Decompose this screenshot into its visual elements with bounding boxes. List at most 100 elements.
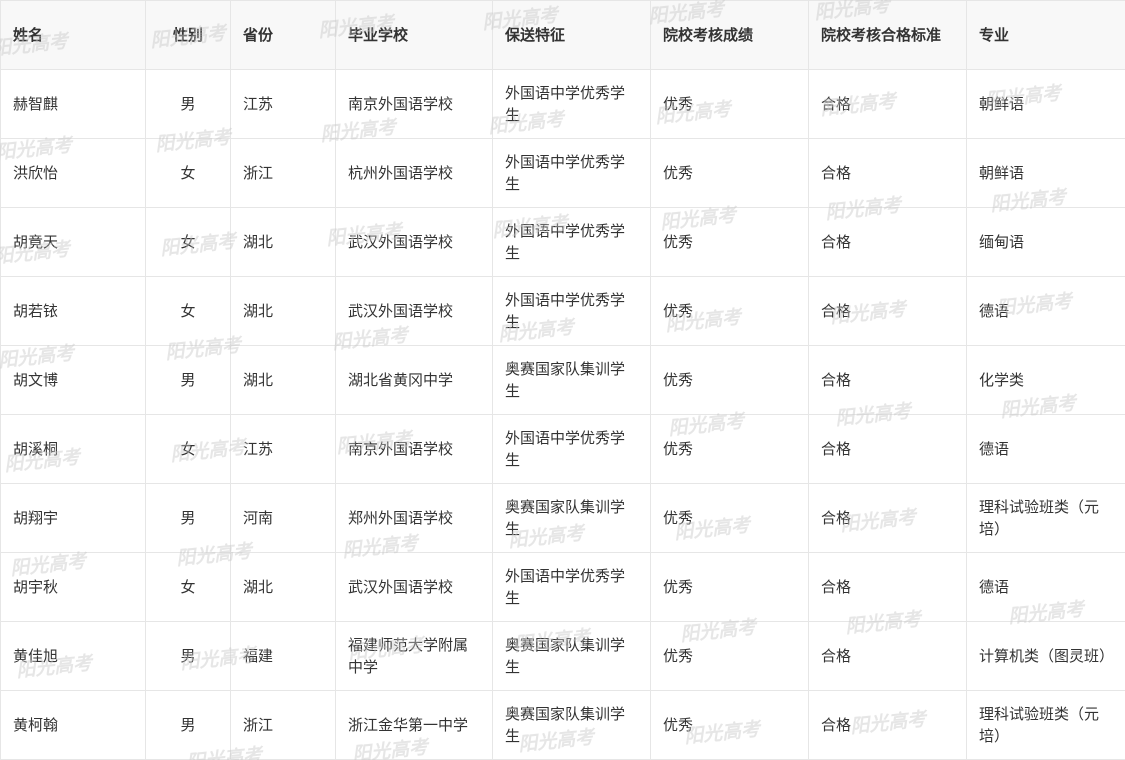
cell-major: 德语	[966, 552, 1125, 622]
cell-province: 湖北	[230, 345, 336, 415]
cell-assessment-result: 优秀	[650, 690, 809, 760]
cell-recommendation-type: 外国语中学优秀学生	[492, 207, 651, 277]
cell-assessment-result: 优秀	[650, 207, 809, 277]
cell-assessment-standard: 合格	[808, 345, 967, 415]
cell-assessment-standard: 合格	[808, 207, 967, 277]
cell-name: 胡竟天	[0, 207, 146, 277]
cell-assessment-standard: 合格	[808, 483, 967, 553]
cell-gender: 男	[145, 483, 231, 553]
cell-recommendation-type: 奥赛国家队集训学生	[492, 621, 651, 691]
cell-recommendation-type: 奥赛国家队集训学生	[492, 345, 651, 415]
cell-assessment-result: 优秀	[650, 276, 809, 346]
table-row: 胡若铱 女 湖北 武汉外国语学校 外国语中学优秀学生 优秀 合格 德语	[0, 276, 1125, 346]
cell-province: 河南	[230, 483, 336, 553]
cell-province: 江苏	[230, 69, 336, 139]
cell-assessment-result: 优秀	[650, 345, 809, 415]
cell-name: 胡溪桐	[0, 414, 146, 484]
cell-province: 湖北	[230, 552, 336, 622]
cell-major: 计算机类（图灵班）	[966, 621, 1125, 691]
header-major: 专业	[966, 0, 1125, 70]
cell-assessment-standard: 合格	[808, 552, 967, 622]
cell-assessment-standard: 合格	[808, 621, 967, 691]
cell-assessment-result: 优秀	[650, 621, 809, 691]
cell-recommendation-type: 外国语中学优秀学生	[492, 414, 651, 484]
cell-assessment-standard: 合格	[808, 276, 967, 346]
cell-name: 黄佳旭	[0, 621, 146, 691]
header-gender: 性别	[145, 0, 231, 70]
cell-gender: 男	[145, 621, 231, 691]
cell-recommendation-type: 外国语中学优秀学生	[492, 276, 651, 346]
cell-major: 理科试验班类（元培）	[966, 483, 1125, 553]
cell-name: 黄柯翰	[0, 690, 146, 760]
cell-school: 武汉外国语学校	[335, 207, 493, 277]
admission-table: 姓名 性别 省份 毕业学校 保送特征 院校考核成绩 院校考核合格标准 专业 赫智…	[0, 0, 1125, 760]
cell-assessment-result: 优秀	[650, 483, 809, 553]
cell-school: 南京外国语学校	[335, 69, 493, 139]
cell-assessment-standard: 合格	[808, 414, 967, 484]
cell-name: 洪欣怡	[0, 138, 146, 208]
table-row: 洪欣怡 女 浙江 杭州外国语学校 外国语中学优秀学生 优秀 合格 朝鲜语	[0, 138, 1125, 208]
cell-name: 胡宇秋	[0, 552, 146, 622]
cell-recommendation-type: 外国语中学优秀学生	[492, 552, 651, 622]
table-row: 黄佳旭 男 福建 福建师范大学附属中学 奥赛国家队集训学生 优秀 合格 计算机类…	[0, 621, 1125, 691]
cell-gender: 女	[145, 276, 231, 346]
cell-assessment-standard: 合格	[808, 69, 967, 139]
cell-school: 杭州外国语学校	[335, 138, 493, 208]
cell-gender: 男	[145, 345, 231, 415]
cell-province: 浙江	[230, 138, 336, 208]
cell-assessment-result: 优秀	[650, 414, 809, 484]
table-row: 胡溪桐 女 江苏 南京外国语学校 外国语中学优秀学生 优秀 合格 德语	[0, 414, 1125, 484]
cell-major: 缅甸语	[966, 207, 1125, 277]
cell-name: 赫智麒	[0, 69, 146, 139]
cell-recommendation-type: 外国语中学优秀学生	[492, 69, 651, 139]
cell-assessment-result: 优秀	[650, 138, 809, 208]
cell-major: 德语	[966, 414, 1125, 484]
cell-school: 郑州外国语学校	[335, 483, 493, 553]
table-row: 胡宇秋 女 湖北 武汉外国语学校 外国语中学优秀学生 优秀 合格 德语	[0, 552, 1125, 622]
cell-recommendation-type: 奥赛国家队集训学生	[492, 483, 651, 553]
cell-province: 福建	[230, 621, 336, 691]
cell-school: 武汉外国语学校	[335, 552, 493, 622]
table-row: 赫智麒 男 江苏 南京外国语学校 外国语中学优秀学生 优秀 合格 朝鲜语	[0, 69, 1125, 139]
cell-name: 胡若铱	[0, 276, 146, 346]
table-row: 胡翔宇 男 河南 郑州外国语学校 奥赛国家队集训学生 优秀 合格 理科试验班类（…	[0, 483, 1125, 553]
cell-gender: 女	[145, 207, 231, 277]
header-recommendation-type: 保送特征	[492, 0, 651, 70]
cell-gender: 女	[145, 138, 231, 208]
cell-gender: 女	[145, 414, 231, 484]
cell-province: 湖北	[230, 276, 336, 346]
cell-recommendation-type: 外国语中学优秀学生	[492, 138, 651, 208]
cell-gender: 女	[145, 552, 231, 622]
cell-school: 湖北省黄冈中学	[335, 345, 493, 415]
cell-name: 胡翔宇	[0, 483, 146, 553]
header-assessment-result: 院校考核成绩	[650, 0, 809, 70]
cell-major: 朝鲜语	[966, 138, 1125, 208]
cell-school: 武汉外国语学校	[335, 276, 493, 346]
cell-assessment-standard: 合格	[808, 690, 967, 760]
cell-assessment-result: 优秀	[650, 552, 809, 622]
table-row: 胡文博 男 湖北 湖北省黄冈中学 奥赛国家队集训学生 优秀 合格 化学类	[0, 345, 1125, 415]
header-school: 毕业学校	[335, 0, 493, 70]
cell-province: 湖北	[230, 207, 336, 277]
cell-assessment-result: 优秀	[650, 69, 809, 139]
cell-school: 南京外国语学校	[335, 414, 493, 484]
header-name: 姓名	[0, 0, 146, 70]
cell-name: 胡文博	[0, 345, 146, 415]
header-assessment-standard: 院校考核合格标准	[808, 0, 967, 70]
cell-school: 福建师范大学附属中学	[335, 621, 493, 691]
cell-major: 化学类	[966, 345, 1125, 415]
cell-province: 江苏	[230, 414, 336, 484]
table-header-row: 姓名 性别 省份 毕业学校 保送特征 院校考核成绩 院校考核合格标准 专业	[0, 0, 1125, 70]
header-province: 省份	[230, 0, 336, 70]
cell-major: 朝鲜语	[966, 69, 1125, 139]
table-row: 胡竟天 女 湖北 武汉外国语学校 外国语中学优秀学生 优秀 合格 缅甸语	[0, 207, 1125, 277]
cell-major: 理科试验班类（元培）	[966, 690, 1125, 760]
cell-assessment-standard: 合格	[808, 138, 967, 208]
cell-recommendation-type: 奥赛国家队集训学生	[492, 690, 651, 760]
cell-province: 浙江	[230, 690, 336, 760]
cell-major: 德语	[966, 276, 1125, 346]
cell-school: 浙江金华第一中学	[335, 690, 493, 760]
table-row: 黄柯翰 男 浙江 浙江金华第一中学 奥赛国家队集训学生 优秀 合格 理科试验班类…	[0, 690, 1125, 760]
cell-gender: 男	[145, 690, 231, 760]
cell-gender: 男	[145, 69, 231, 139]
